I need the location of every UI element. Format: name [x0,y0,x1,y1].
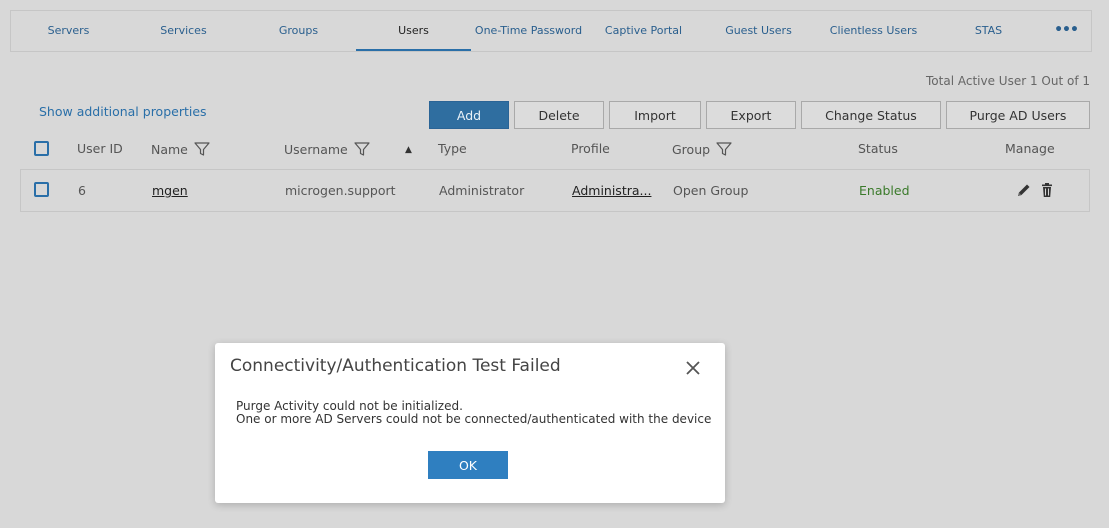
error-dialog: Connectivity/Authentication Test Failed … [215,343,725,503]
edit-icon[interactable] [1016,182,1032,198]
sort-asc-icon[interactable]: ▲ [405,145,412,155]
cell-name-link[interactable]: mgen [152,183,188,198]
users-page: Servers Services Groups Users One-Time P… [0,0,1109,528]
row-checkbox[interactable] [34,182,49,197]
tab-clientless-users[interactable]: Clientless Users [816,11,931,51]
column-username[interactable]: Username [284,141,370,157]
column-label: Name [151,141,188,157]
tab-bar: Servers Services Groups Users One-Time P… [10,10,1092,52]
close-icon[interactable] [685,360,701,376]
column-label: Status [858,141,898,156]
cell-type: Administrator [439,183,525,198]
cell-username: microgen.support [285,183,396,198]
column-label: Type [438,141,467,156]
tab-users[interactable]: Users [356,11,471,51]
more-icon[interactable]: ••• [1046,11,1086,51]
filter-icon[interactable] [716,141,732,157]
dialog-title: Connectivity/Authentication Test Failed [230,356,561,376]
import-button[interactable]: Import [609,101,701,129]
filter-icon[interactable] [354,141,370,157]
cell-profile-link[interactable]: Administra... [572,183,651,198]
dialog-message: Purge Activity could not be initialized.… [236,400,711,426]
purge-ad-users-button[interactable]: Purge AD Users [946,101,1090,129]
column-status[interactable]: Status [858,141,898,156]
column-manage: Manage [1005,141,1055,156]
select-all-checkbox[interactable] [34,141,49,156]
column-profile[interactable]: Profile [571,141,610,156]
cell-user-id: 6 [78,183,86,198]
tab-services[interactable]: Services [126,11,241,51]
tab-servers[interactable]: Servers [11,11,126,51]
column-label: Group [672,141,711,157]
column-name[interactable]: Name [151,141,210,157]
export-button[interactable]: Export [706,101,796,129]
column-label: Username [284,141,348,157]
table-row: 6 mgen microgen.support Administrator Ad… [20,169,1090,212]
column-group[interactable]: Group [672,141,732,157]
tab-captive-portal[interactable]: Captive Portal [586,11,701,51]
column-label: Manage [1005,141,1055,156]
total-active-users: Total Active User 1 Out of 1 [926,74,1090,88]
column-label: User ID [77,141,123,156]
tab-one-time-password[interactable]: One-Time Password [471,11,586,51]
column-type[interactable]: Type [438,141,467,156]
tab-stas[interactable]: STAS [931,11,1046,51]
table-header: User ID Name Username ▲ Type Profile Gro… [20,138,1090,162]
delete-button[interactable]: Delete [514,101,604,129]
cell-status: Enabled [859,183,910,198]
cell-group: Open Group [673,183,749,198]
column-label: Profile [571,141,610,156]
show-additional-properties-link[interactable]: Show additional properties [39,104,207,119]
tab-groups[interactable]: Groups [241,11,356,51]
delete-icon[interactable] [1039,182,1055,198]
filter-icon[interactable] [194,141,210,157]
add-button[interactable]: Add [429,101,509,129]
dialog-message-line-2: One or more AD Servers could not be conn… [236,412,712,426]
change-status-button[interactable]: Change Status [801,101,941,129]
column-user-id[interactable]: User ID [77,141,123,156]
tab-guest-users[interactable]: Guest Users [701,11,816,51]
ok-button[interactable]: OK [428,451,508,479]
